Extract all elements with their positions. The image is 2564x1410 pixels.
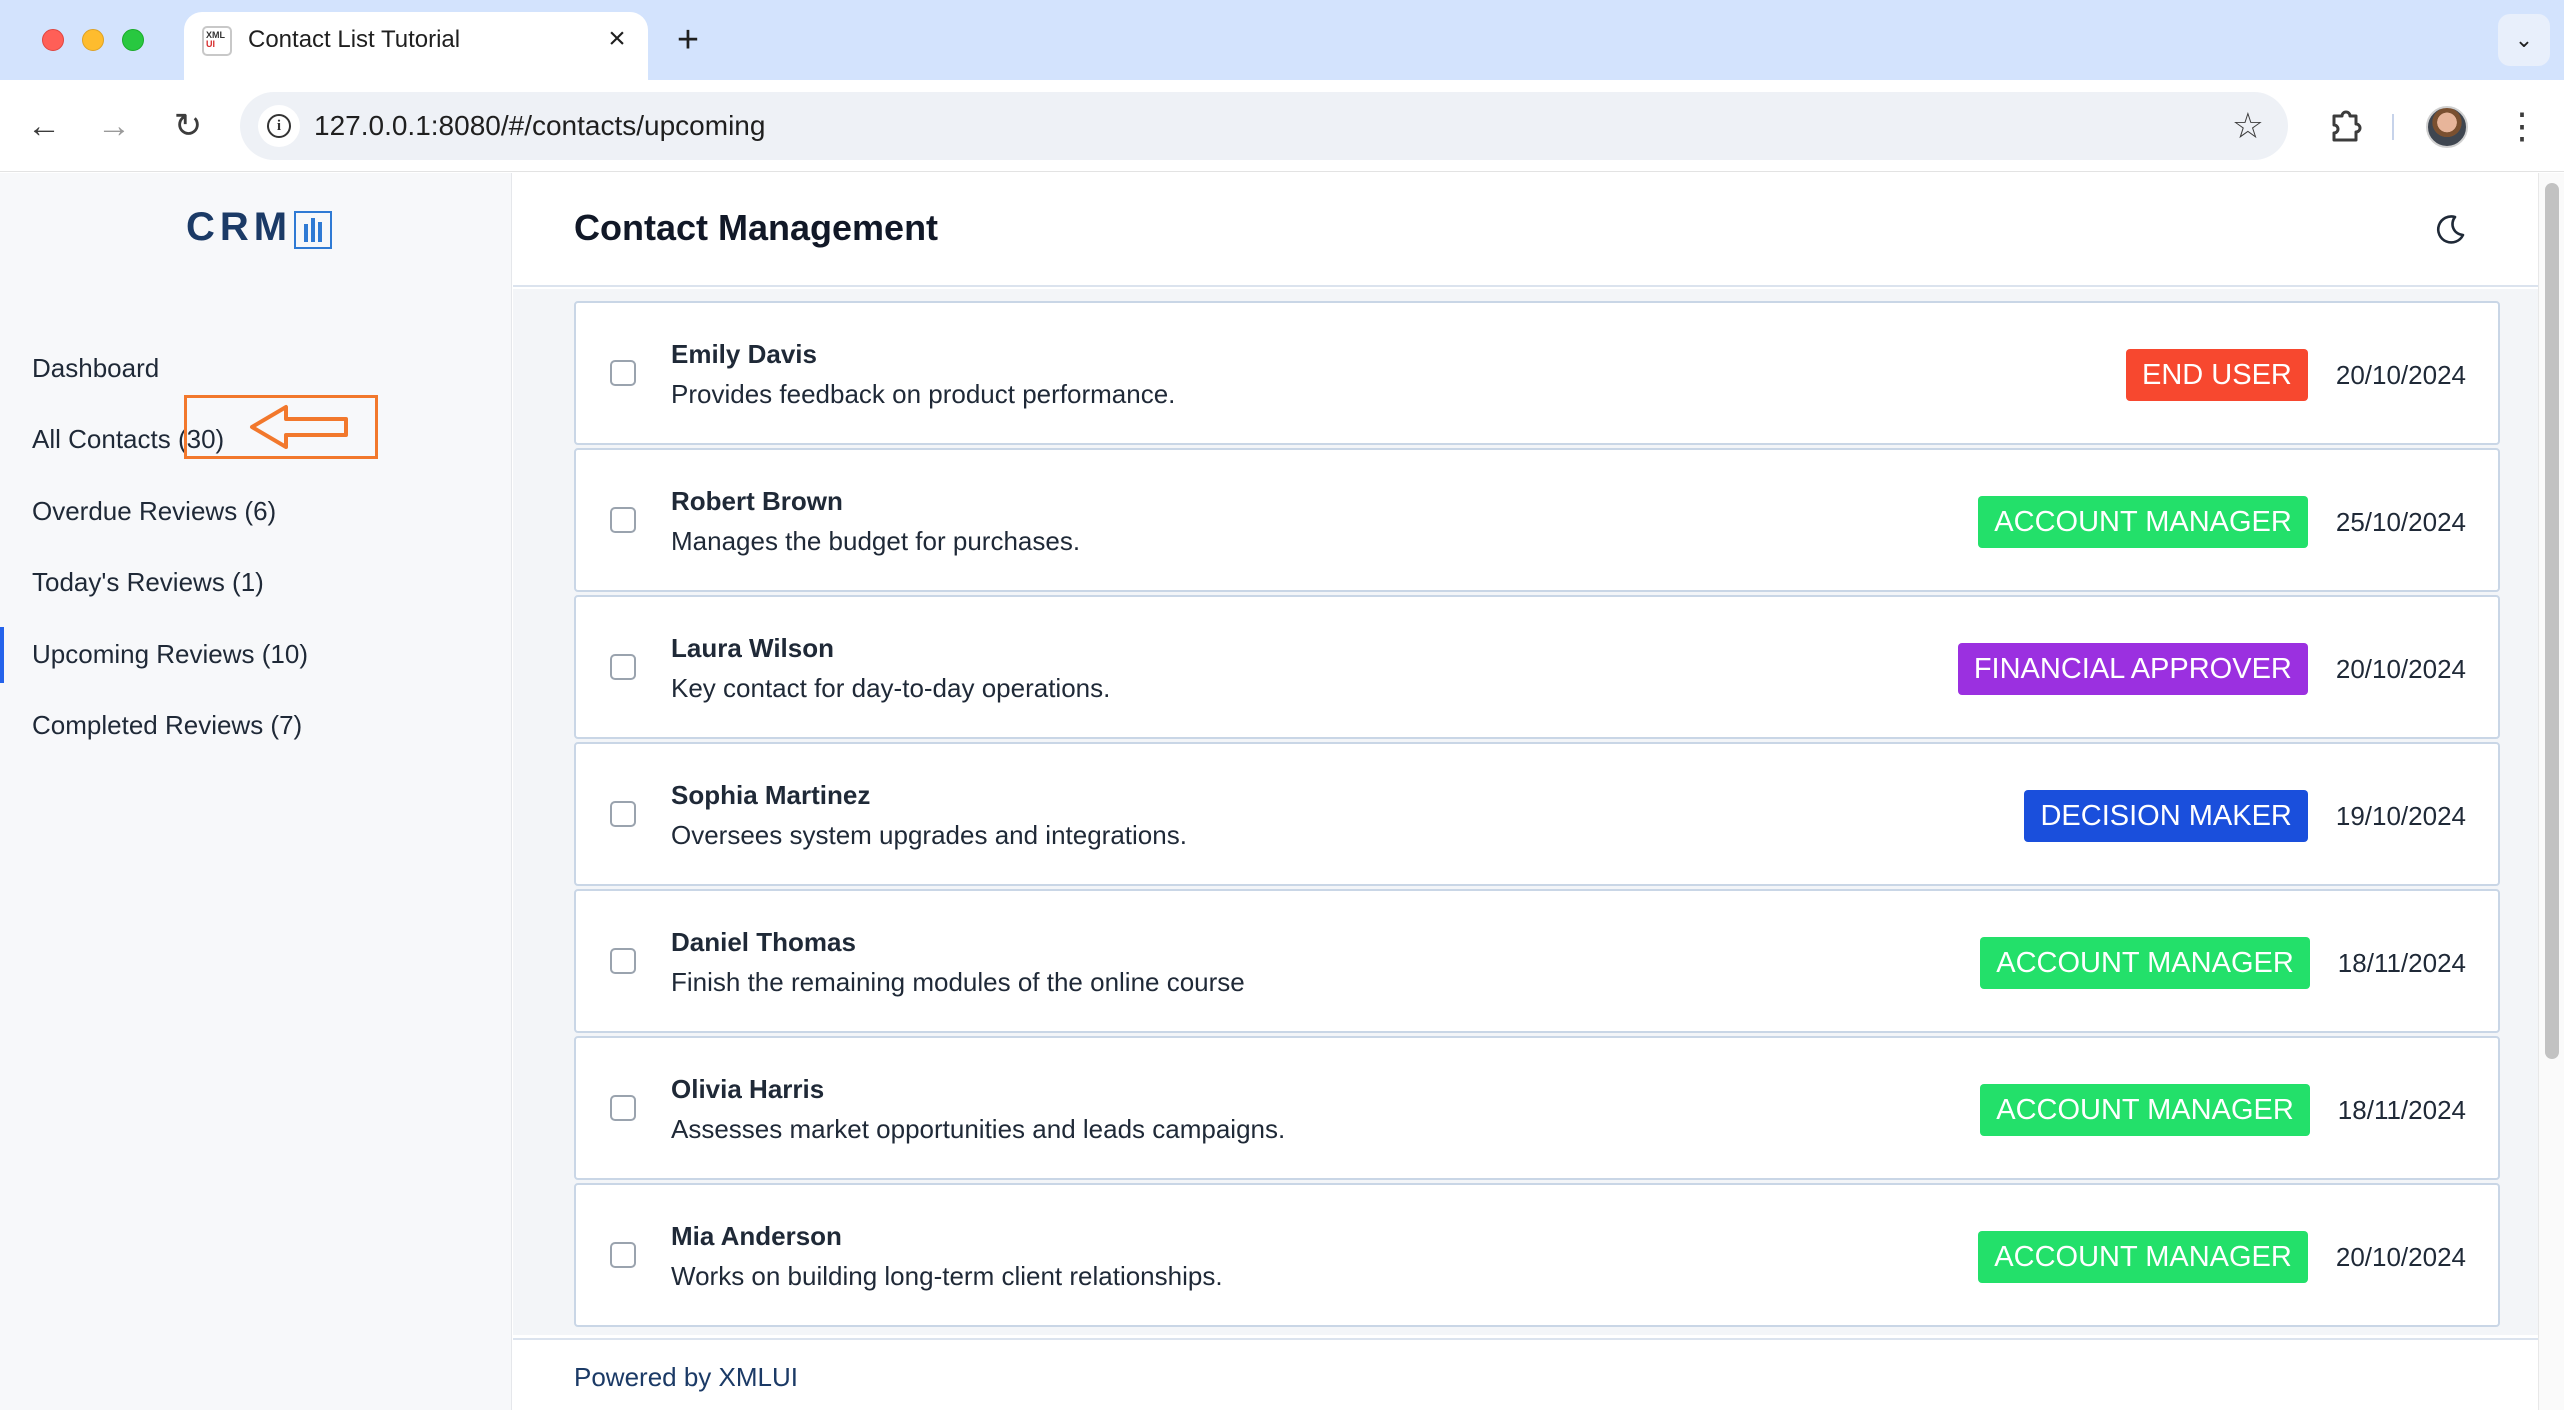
url-text[interactable]: 127.0.0.1:8080/#/contacts/upcoming — [314, 110, 765, 142]
review-date: 18/11/2024 — [2337, 947, 2466, 978]
info-icon: i — [267, 114, 291, 138]
extensions-puzzle-icon[interactable] — [2320, 102, 2368, 150]
contact-list: Emily Davis Provides feedback on product… — [513, 289, 2538, 1335]
role-badge: END USER — [2126, 349, 2308, 401]
dark-mode-moon-icon[interactable] — [2429, 209, 2469, 249]
page-title: Contact Management — [574, 207, 939, 248]
sidebar-item-overdue-reviews[interactable]: Overdue Reviews (6) — [0, 476, 512, 547]
reload-icon[interactable]: ↻ — [164, 102, 212, 150]
address-bar[interactable]: i 127.0.0.1:8080/#/contacts/upcoming ☆ — [240, 92, 2288, 160]
role-badge: FINANCIAL APPROVER — [1957, 643, 2308, 695]
contact-card[interactable]: Robert Brown Manages the budget for purc… — [574, 448, 2500, 592]
powered-by-text: Powered by XMLUI — [574, 1362, 798, 1392]
review-date: 18/11/2024 — [2337, 1094, 2466, 1125]
crm-logo[interactable]: CRM — [186, 205, 292, 250]
favicon-text-bottom: UI — [206, 39, 215, 49]
tab-close-icon[interactable]: × — [600, 22, 634, 56]
review-date: 19/10/2024 — [2335, 800, 2466, 831]
contact-name: Emily Davis — [671, 339, 817, 369]
minimize-window-button[interactable] — [82, 29, 104, 51]
sidebar: CRM Dashboard All Contacts (30) Overdue … — [0, 173, 512, 1410]
contact-card[interactable]: Mia Anderson Works on building long-term… — [574, 1183, 2500, 1327]
browser-menu-kebab-icon[interactable]: ⋮ — [2504, 102, 2540, 150]
role-badge: ACCOUNT MANAGER — [1980, 937, 2310, 989]
sidebar-item-upcoming-reviews[interactable]: Upcoming Reviews (10) — [0, 619, 512, 690]
main-header: Contact Management — [513, 173, 2538, 287]
page-scrollbar[interactable] — [2538, 173, 2564, 1410]
contact-description: Manages the budget for purchases. — [671, 526, 1081, 556]
sidebar-item-dashboard[interactable]: Dashboard — [0, 333, 512, 404]
contact-name: Mia Anderson — [671, 1221, 842, 1251]
sidebar-item-completed-reviews[interactable]: Completed Reviews (7) — [0, 690, 512, 761]
contact-description: Oversees system upgrades and integration… — [671, 820, 1187, 850]
contact-name: Olivia Harris — [671, 1074, 825, 1104]
contact-name: Robert Brown — [671, 486, 843, 516]
contact-card[interactable]: Daniel Thomas Finish the remaining modul… — [574, 889, 2500, 1033]
contact-description: Key contact for day-to-day operations. — [671, 673, 1111, 703]
browser-toolbar: ← → ↻ i 127.0.0.1:8080/#/contacts/upcomi… — [0, 80, 2564, 172]
contact-checkbox[interactable] — [610, 801, 636, 827]
contact-card[interactable]: Sophia Martinez Oversees system upgrades… — [574, 742, 2500, 886]
contact-card[interactable]: Laura Wilson Key contact for day-to-day … — [574, 595, 2500, 739]
close-window-button[interactable] — [42, 29, 64, 51]
forward-arrow-icon[interactable]: → — [90, 102, 138, 150]
contact-description: Works on building long-term client relat… — [671, 1261, 1223, 1291]
scrollbar-thumb[interactable] — [2545, 183, 2559, 1059]
new-tab-plus-icon[interactable]: + — [668, 20, 708, 60]
role-badge: DECISION MAKER — [2024, 790, 2308, 842]
contact-checkbox[interactable] — [610, 360, 636, 386]
back-arrow-icon[interactable]: ← — [20, 102, 68, 150]
contact-checkbox[interactable] — [610, 654, 636, 680]
tab-title: Contact List Tutorial — [248, 26, 461, 53]
profile-avatar[interactable] — [2426, 106, 2468, 148]
contact-description: Provides feedback on product performance… — [671, 379, 1176, 409]
contact-name: Daniel Thomas — [671, 927, 856, 957]
contact-checkbox[interactable] — [610, 1242, 636, 1268]
role-badge: ACCOUNT MANAGER — [1978, 496, 2308, 548]
browser-tab[interactable]: XML UI Contact List Tutorial × — [184, 12, 648, 82]
contact-checkbox[interactable] — [610, 1095, 636, 1121]
main-content: Contact Management Emily Davis Provides … — [513, 173, 2538, 1410]
review-date: 25/10/2024 — [2335, 506, 2466, 537]
xmlui-favicon-icon: XML UI — [202, 26, 232, 56]
review-date: 20/10/2024 — [2335, 1241, 2466, 1272]
role-badge: ACCOUNT MANAGER — [1980, 1084, 2310, 1136]
role-badge: ACCOUNT MANAGER — [1978, 1231, 2308, 1283]
maximize-window-button[interactable] — [122, 29, 144, 51]
contact-checkbox[interactable] — [610, 507, 636, 533]
contact-name: Laura Wilson — [671, 633, 835, 663]
browser-tab-bar: XML UI Contact List Tutorial × + ⌄ — [0, 0, 2564, 82]
contact-checkbox[interactable] — [610, 948, 636, 974]
bookmark-star-icon[interactable]: ☆ — [2232, 104, 2264, 148]
site-info-button[interactable]: i — [258, 105, 300, 147]
toolbar-divider — [2392, 114, 2394, 140]
tab-search-chevron-down-icon[interactable]: ⌄ — [2498, 14, 2550, 66]
footer: Powered by XMLUI — [513, 1338, 2538, 1410]
annotation-left-arrow-icon — [250, 405, 348, 449]
contact-description: Assesses market opportunities and leads … — [671, 1114, 1286, 1144]
contact-description: Finish the remaining modules of the onli… — [671, 967, 1245, 997]
crm-logo-chart-icon — [294, 211, 332, 249]
sidebar-item-todays-reviews[interactable]: Today's Reviews (1) — [0, 547, 512, 618]
review-date: 20/10/2024 — [2335, 653, 2466, 684]
contact-card[interactable]: Emily Davis Provides feedback on product… — [574, 301, 2500, 445]
review-date: 20/10/2024 — [2335, 359, 2466, 390]
contact-name: Sophia Martinez — [671, 780, 871, 810]
contact-card[interactable]: Olivia Harris Assesses market opportunit… — [574, 1036, 2500, 1180]
